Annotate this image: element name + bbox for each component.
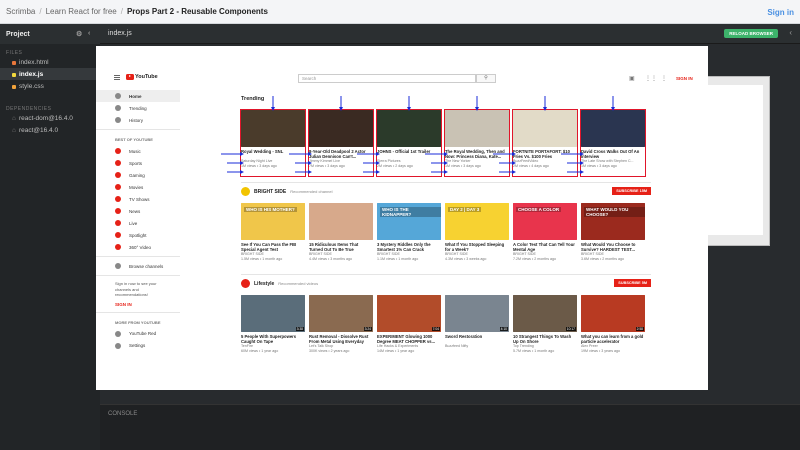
project-header: Project ⚙ ‹ [0,24,100,44]
editor-tab-index-js[interactable]: index.js [108,30,132,37]
console-panel: CONSOLE [100,404,800,450]
project-title: Project [6,30,30,38]
sign-in-link[interactable]: Sign in [767,8,794,17]
breadcrumb-lesson: Props Part 2 - Reusable Components [126,7,268,16]
file-index-html[interactable]: index.html [0,56,100,68]
console-label: CONSOLE [108,411,138,417]
browser-preview-behind [700,76,770,246]
collapse-icon[interactable]: ‹ [88,30,96,38]
breadcrumb-scrimba[interactable]: Scrimba [6,7,35,16]
package-icon: ⌂ [12,115,16,122]
top-bar: Scrimba / Learn React for free / Props P… [0,0,800,24]
css-file-icon [12,84,16,89]
youtube-preview: YouTube Search ⚲ ▣ ⋮⋮ ⋮ SIGN IN Home Tre… [96,46,708,390]
html-file-icon [12,60,16,65]
collapse-panel-icon[interactable]: ‹ [789,28,792,37]
dependency-react[interactable]: ⌂ react@16.4.0 [0,124,100,136]
editor-tab-bar: index.js RELOAD BROWSER ‹ [100,24,800,44]
file-index-js[interactable]: index.js [0,68,100,80]
js-file-icon [12,72,16,77]
dependency-react-dom[interactable]: ⌂ react-dom@16.4.0 [0,112,100,124]
file-style-css[interactable]: style.css [0,80,100,92]
annotation-arrows [221,96,615,174]
project-sidebar: Project ⚙ ‹ FILES index.html index.js st… [0,24,100,450]
settings-icon[interactable]: ⚙ [76,30,84,38]
reload-browser-button[interactable]: RELOAD BROWSER [724,29,778,38]
package-icon: ⌂ [12,127,16,134]
breadcrumb-course[interactable]: Learn React for free [46,7,117,16]
